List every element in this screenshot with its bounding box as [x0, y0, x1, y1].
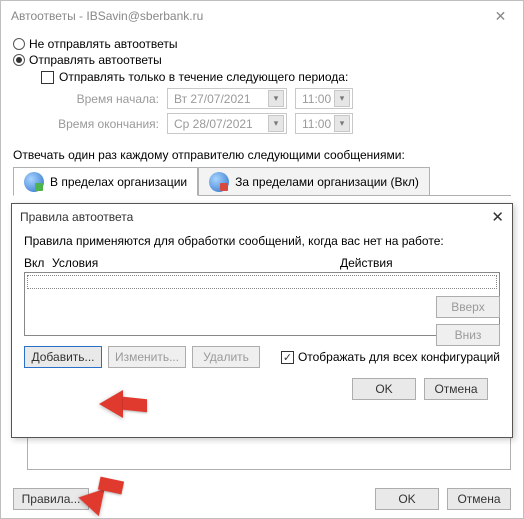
start-date-field[interactable]: Вт 27/07/2021 ▾ — [167, 88, 287, 109]
tab-inside-label: В пределах организации — [50, 175, 187, 189]
dialog-titlebar: Правила автоответа ✕ — [12, 204, 512, 230]
autoreply-window: Автоответы - IBSavin@sberbank.ru ✕ Не от… — [0, 0, 524, 519]
radio-icon — [13, 38, 25, 50]
period-checkbox-row[interactable]: Отправлять только в течение следующего п… — [41, 70, 511, 84]
period-block: Отправлять только в течение следующего п… — [41, 70, 511, 134]
radio-send-label: Отправлять автоответы — [29, 53, 162, 67]
tabs: В пределах организации За пределами орга… — [13, 166, 511, 196]
end-row: Время окончания: Ср 28/07/2021 ▾ 11:00 ▾ — [41, 113, 511, 134]
delete-rule-button[interactable]: Удалить — [192, 346, 260, 368]
main-footer: Правила... OK Отмена — [1, 488, 523, 510]
list-item[interactable] — [27, 275, 497, 289]
radio-send[interactable]: Отправлять автоответы — [13, 53, 511, 67]
chevron-down-icon: ▾ — [268, 115, 284, 132]
dialog-title: Правила автоответа — [20, 210, 133, 224]
checkbox-checked-icon: ✓ — [281, 351, 294, 364]
checkbox-icon — [41, 71, 54, 84]
col-conditions: Условия — [52, 256, 340, 270]
period-checkbox-label: Отправлять только в течение следующего п… — [59, 70, 348, 84]
list-header: Вкл Условия Действия — [24, 256, 500, 270]
move-up-button[interactable]: Вверх — [436, 296, 500, 318]
rules-dialog: Правила автоответа ✕ Правила применяются… — [11, 203, 513, 438]
end-time-field[interactable]: 11:00 ▾ — [295, 113, 353, 134]
rules-list[interactable] — [24, 272, 500, 336]
end-time-value: 11:00 — [302, 117, 331, 131]
dialog-description: Правила применяются для обработки сообще… — [24, 234, 500, 248]
show-all-label: Отображать для всех конфигураций — [298, 350, 500, 364]
rules-button[interactable]: Правила... — [13, 488, 89, 510]
window-title: Автоответы - IBSavin@sberbank.ru — [11, 9, 203, 23]
content-area: Не отправлять автоответы Отправлять авто… — [1, 31, 523, 196]
globe-icon — [209, 172, 229, 192]
dialog-cancel-button[interactable]: Отмена — [424, 378, 488, 400]
reply-instruction: Отвечать один раз каждому отправителю сл… — [13, 148, 511, 162]
radio-no-send[interactable]: Не отправлять автоответы — [13, 37, 511, 51]
dialog-footer: OK Отмена — [24, 368, 500, 400]
col-on: Вкл — [24, 256, 52, 270]
chevron-down-icon: ▾ — [268, 90, 284, 107]
end-label: Время окончания: — [41, 117, 159, 131]
titlebar: Автоответы - IBSavin@sberbank.ru ✕ — [1, 1, 523, 31]
radio-no-send-label: Не отправлять автоответы — [29, 37, 177, 51]
close-icon[interactable]: ✕ — [491, 208, 504, 226]
reorder-buttons: Вверх Вниз — [436, 296, 500, 346]
dialog-body: Правила применяются для обработки сообще… — [12, 230, 512, 400]
tab-outside-label: За пределами организации (Вкл) — [235, 175, 419, 189]
tab-outside-org[interactable]: За пределами организации (Вкл) — [198, 167, 430, 196]
start-label: Время начала: — [41, 92, 159, 106]
chevron-down-icon: ▾ — [334, 115, 350, 132]
dialog-ok-button[interactable]: OK — [352, 378, 416, 400]
end-date-field[interactable]: Ср 28/07/2021 ▾ — [167, 113, 287, 134]
cancel-button[interactable]: Отмена — [447, 488, 511, 510]
people-icon — [24, 172, 44, 192]
close-icon[interactable]: ✕ — [478, 1, 523, 31]
start-time-value: 11:00 — [302, 92, 331, 106]
start-date-value: Вт 27/07/2021 — [174, 92, 251, 106]
rule-edit-buttons: Добавить... Изменить... Удалить — [24, 346, 260, 368]
add-rule-button[interactable]: Добавить... — [24, 346, 102, 368]
chevron-down-icon: ▾ — [334, 90, 350, 107]
col-actions: Действия — [340, 256, 500, 270]
move-down-button[interactable]: Вниз — [436, 324, 500, 346]
edit-rule-button[interactable]: Изменить... — [108, 346, 186, 368]
start-time-field[interactable]: 11:00 ▾ — [295, 88, 353, 109]
show-all-configs-checkbox[interactable]: ✓ Отображать для всех конфигураций — [281, 350, 500, 364]
ok-button[interactable]: OK — [375, 488, 439, 510]
radio-icon — [13, 54, 25, 66]
dialog-action-row: Добавить... Изменить... Удалить ✓ Отобра… — [24, 346, 500, 368]
start-row: Время начала: Вт 27/07/2021 ▾ 11:00 ▾ — [41, 88, 511, 109]
tab-inside-org[interactable]: В пределах организации — [13, 167, 198, 196]
end-date-value: Ср 28/07/2021 — [174, 117, 253, 131]
